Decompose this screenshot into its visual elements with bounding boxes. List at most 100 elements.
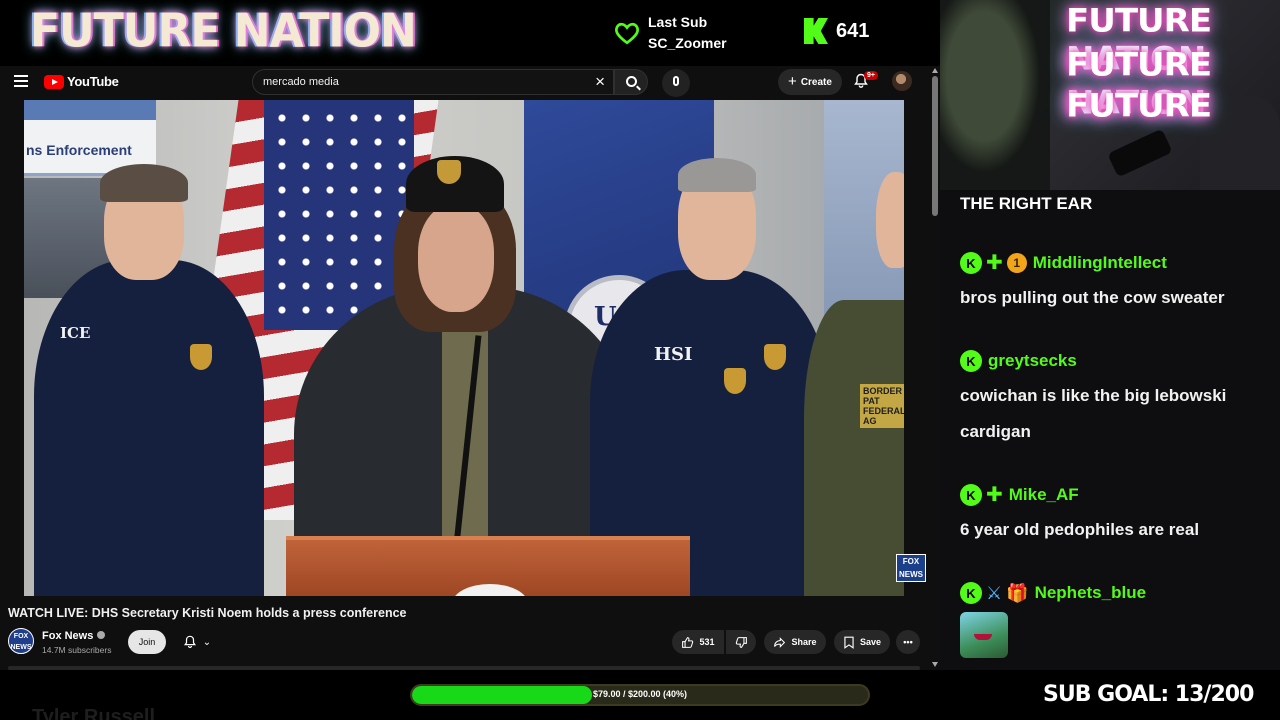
microphone-icon (673, 76, 679, 86)
scroll-up-arrow-icon[interactable] (932, 68, 938, 73)
faded-name-text: Tyler Russell (32, 706, 156, 720)
progress-text: $79.00 / $200.00 (40%) (592, 689, 688, 699)
menu-icon[interactable] (14, 75, 28, 87)
search-input[interactable]: mercado media × (252, 69, 614, 95)
coin-badge-icon: 1 (1006, 253, 1027, 273)
man-right-badge (764, 344, 786, 370)
chat-message-header: K ⚔ 🎁 Nephets_blue (960, 580, 1270, 606)
share-button[interactable]: Share (764, 630, 826, 654)
account-avatar[interactable] (892, 71, 912, 91)
chat-message-text: 6 year old pedophiles are real (960, 520, 1200, 539)
subscription-bell-button[interactable]: ⌄ (174, 630, 220, 654)
sub-goal-progress-bar: $79.00 / $200.00 (40%) (410, 684, 870, 706)
verified-icon (97, 631, 106, 639)
scroll-down-arrow-icon[interactable] (932, 662, 938, 667)
dislike-button[interactable] (726, 630, 756, 654)
page-scrollbar[interactable] (930, 66, 940, 670)
hsi-label: HSI (654, 344, 693, 365)
flag-stars (270, 106, 410, 326)
sub-badge-icon: ✚ (986, 252, 1003, 274)
more-actions-button[interactable]: ••• (896, 630, 920, 654)
plus-icon: + (788, 73, 797, 90)
chat-username[interactable]: greytsecks (988, 351, 1077, 371)
chat-username[interactable]: MiddlingIntellect (1033, 253, 1167, 273)
thumbs-up-icon (682, 636, 694, 648)
sword-badge-icon: ⚔ (986, 582, 1003, 603)
last-sub-label: Last Sub (648, 14, 708, 30)
man-right-neck-badge (724, 368, 746, 394)
chevron-down-icon: ⌄ (202, 636, 212, 648)
man-right-hair (678, 158, 756, 192)
join-button[interactable]: Join (128, 630, 166, 654)
neon-sign-line-3: FUTURE (1066, 87, 1212, 125)
cap-badge (437, 160, 461, 184)
webcam-plant (940, 0, 1050, 190)
chat-message: K ⚔ 🎁 Nephets_blue (960, 580, 1270, 658)
save-button[interactable]: Save (834, 630, 890, 654)
woman-face (418, 204, 494, 312)
viewer-count: 641 (804, 18, 869, 44)
kick-badge-icon: K (960, 582, 982, 604)
brand-logo: FUTURE NATION (30, 4, 417, 59)
overlay-bottom-bar: Tyler Russell $79.00 / $200.00 (40%) SUB… (0, 670, 1280, 720)
youtube-header: YouTube mercado media × + Create 9+ (0, 66, 930, 98)
fox-news-watermark: FOX NEWS (896, 554, 926, 582)
webcam-microphone (1107, 128, 1173, 178)
gift-badge-icon: 🎁 (1006, 582, 1029, 603)
overlay-top-bar: FUTURE NATION Last Sub SC_Zoomer 641 (0, 0, 940, 66)
channel-name-text[interactable]: Fox News (42, 630, 93, 642)
bookmark-icon (844, 636, 854, 649)
clear-search-icon[interactable]: × (595, 73, 605, 91)
viewer-count-number: 641 (836, 19, 870, 42)
thumbs-down-icon (735, 636, 747, 648)
kick-logo-icon (804, 18, 828, 44)
video-player[interactable]: ns Enforcement U.S ICE (24, 100, 904, 596)
channel-avatar[interactable]: FOX NEWS (8, 628, 34, 654)
save-label: Save (859, 637, 882, 647)
bell-icon (183, 635, 196, 648)
chat-title: THE RIGHT EAR (960, 194, 1093, 213)
create-button[interactable]: + Create (778, 69, 842, 95)
heart-icon (615, 22, 639, 45)
search-icon (626, 76, 637, 87)
border-patrol-head (876, 172, 904, 268)
chat-message-header: K ✚ Mike_AF (960, 482, 1270, 508)
share-icon (774, 636, 786, 648)
youtube-logo[interactable]: YouTube (44, 74, 119, 89)
chat-emote-image (960, 612, 1008, 658)
like-button[interactable]: 531 (672, 630, 724, 654)
channel-subscribers: 14.7M subscribers (42, 645, 112, 655)
youtube-logo-text: YouTube (67, 74, 119, 89)
scrollbar-thumb[interactable] (932, 76, 938, 216)
last-sub-user: SC_Zoomer (648, 35, 727, 51)
search-button[interactable] (614, 69, 648, 95)
channel-name[interactable]: Fox News (42, 630, 106, 642)
kick-badge-icon: K (960, 252, 982, 274)
webcam-feed: FUTURE NATION FUTURE NATION FUTURE (940, 0, 1280, 190)
voice-search-button[interactable] (662, 69, 690, 97)
man-left-jacket (34, 260, 264, 596)
video-title: WATCH LIVE: DHS Secretary Kristi Noem ho… (8, 606, 407, 620)
chat-username[interactable]: Mike_AF (1009, 485, 1079, 505)
chat-message-header: K greytsecks (960, 348, 1270, 374)
share-label: Share (791, 637, 817, 647)
chat-message: K ✚ Mike_AF 6 year old pedophiles are re… (960, 482, 1270, 548)
border-patrol-uniform (804, 300, 904, 596)
sub-goal-label: SUB GOAL: 13/200 (1043, 682, 1254, 707)
chat-message: K ✚ 1 MiddlingIntellect bros pulling out… (960, 250, 1270, 316)
last-sub-widget: Last Sub SC_Zoomer (614, 12, 727, 54)
sub-badge-icon: ✚ (986, 484, 1003, 506)
chat-message-text: bros pulling out the cow sweater (960, 288, 1225, 307)
kick-badge-icon: K (960, 484, 982, 506)
chat-username[interactable]: Nephets_blue (1035, 583, 1146, 603)
more-icon: ••• (903, 637, 913, 647)
man-left-hair (100, 164, 188, 202)
ice-label: ICE (60, 324, 91, 342)
create-label: Create (800, 76, 832, 88)
border-patrol-label: BORDER PAT FEDERAL AG (860, 384, 904, 428)
search-input-value: mercado media (263, 76, 339, 88)
youtube-window: YouTube mercado media × + Create 9+ ns E… (0, 66, 940, 670)
man-left-badge (190, 344, 212, 370)
chat-message: K greytsecks cowichan is like the big le… (960, 348, 1270, 450)
chat-message-header: K ✚ 1 MiddlingIntellect (960, 250, 1270, 276)
